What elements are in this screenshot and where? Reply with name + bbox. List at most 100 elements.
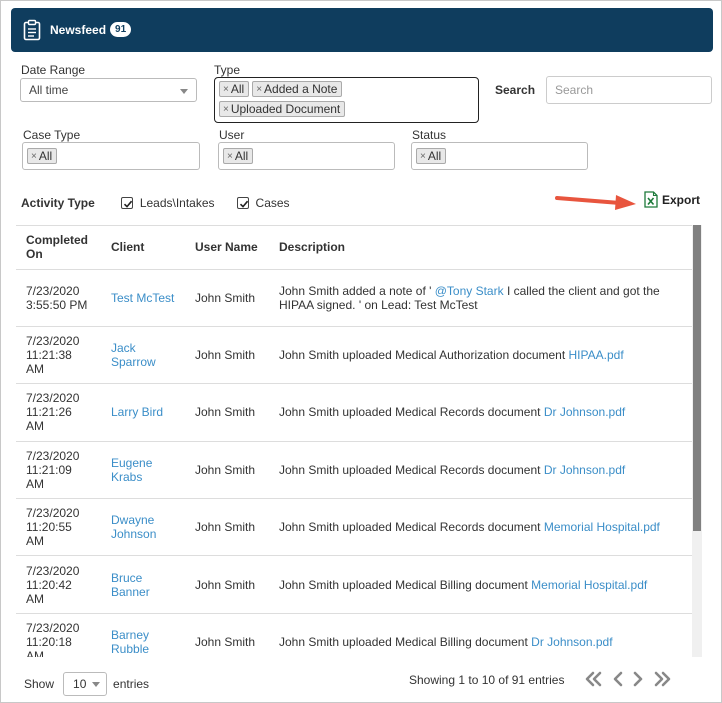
user-name-cell: John Smith: [185, 383, 269, 442]
page-size-select[interactable]: 10: [63, 672, 108, 696]
remove-tag-icon[interactable]: ×: [227, 151, 233, 162]
completed-date: 7/23/2020: [26, 563, 80, 578]
type-tag-uploaded-document[interactable]: × Uploaded Document: [219, 101, 346, 117]
description-link[interactable]: Memorial Hospital.pdf: [544, 520, 660, 534]
date-range-label: Date Range: [21, 63, 86, 77]
type-multiselect[interactable]: × All × Added a Note × Uploaded Document: [214, 77, 479, 123]
completed-date: 7/23/2020: [26, 506, 80, 521]
completed-date: 7/23/2020: [26, 621, 80, 636]
user-name-cell: John Smith: [185, 441, 269, 500]
case-type-label: Case Type: [23, 128, 81, 142]
description-cell: John Smith uploaded Medical Records docu…: [269, 383, 692, 442]
column-header-client[interactable]: Client: [101, 226, 185, 270]
page-size-control: Show 10 entries: [24, 672, 149, 696]
first-page-icon[interactable]: [583, 671, 605, 690]
checkbox-checked-icon[interactable]: [120, 197, 133, 209]
export-button[interactable]: Export: [644, 191, 700, 208]
client-link[interactable]: Barney Rubble: [101, 613, 185, 657]
clipboard-icon: [23, 19, 41, 41]
red-arrow-icon: [555, 195, 636, 210]
table-row: 7/23/2020 11:21:09 AM Eugene Krabs John Smi…: [16, 441, 692, 500]
user-label: User: [219, 128, 245, 142]
search-input[interactable]: [546, 76, 712, 104]
completed-time: 11:20:42 AM: [26, 577, 72, 606]
type-tag-all[interactable]: × All: [219, 81, 250, 97]
remove-tag-icon[interactable]: ×: [223, 84, 229, 95]
show-label: Show: [24, 677, 55, 691]
table-row: 7/23/2020 11:20:55 AM Dwayne Johnson John S…: [16, 498, 692, 557]
type-tag-added-note[interactable]: × Added a Note: [252, 81, 343, 97]
activity-type-group: Activity Type Leads\Intakes Cases: [21, 196, 312, 210]
client-link[interactable]: Test McTest: [101, 269, 185, 327]
status-label: Status: [412, 128, 447, 142]
date-range-select[interactable]: All time: [20, 78, 197, 102]
column-header-user-name[interactable]: User Name: [185, 226, 269, 270]
completed-on-cell: 7/23/2020 11:21:09 AM: [16, 441, 101, 500]
export-label: Export: [662, 192, 701, 207]
table-row: 7/23/2020 11:21:26 AM Larry Bird John Smith…: [16, 383, 692, 442]
table-row: 7/23/2020 3:55:50 PM Test McTest John Smith…: [16, 269, 692, 327]
table-row: 7/23/2020 11:20:18 AM Barney Rubble John Sm…: [16, 613, 692, 657]
status-multiselect[interactable]: × All: [411, 142, 588, 170]
remove-tag-icon[interactable]: ×: [31, 151, 37, 162]
description-cell: John Smith uploaded Medical Billing docu…: [269, 613, 692, 657]
remove-tag-icon[interactable]: ×: [420, 151, 426, 162]
remove-tag-icon[interactable]: ×: [223, 104, 229, 115]
completed-time: 11:21:26 AM: [26, 405, 72, 434]
description-cell: John Smith uploaded Medical Billing docu…: [269, 555, 692, 614]
completed-on-cell: 7/23/2020 11:20:18 AM: [16, 613, 101, 657]
client-link[interactable]: Eugene Krabs: [101, 441, 185, 500]
excel-icon: [644, 191, 658, 208]
next-page-icon[interactable]: [631, 671, 645, 690]
user-tag-all[interactable]: × All: [223, 148, 254, 164]
case-type-tag-all[interactable]: × All: [27, 148, 58, 164]
type-label: Type: [214, 63, 241, 77]
newsfeed-header: Newsfeed 91: [11, 8, 713, 52]
description-cell: John Smith uploaded Medical Records docu…: [269, 441, 692, 500]
user-name-cell: John Smith: [185, 326, 269, 385]
status-tag-all[interactable]: × All: [416, 148, 447, 164]
description-link[interactable]: Memorial Hospital.pdf: [531, 578, 647, 592]
column-header-description[interactable]: Description: [269, 226, 692, 270]
client-link[interactable]: Larry Bird: [101, 383, 185, 442]
completed-on-cell: 7/23/2020 11:20:42 AM: [16, 555, 101, 614]
newsfeed-table-container: Completed On Client User Name Descriptio…: [16, 225, 702, 657]
table-header-row: Completed On Client User Name Descriptio…: [16, 226, 692, 270]
description-cell: John Smith uploaded Medical Records docu…: [269, 498, 692, 557]
user-multiselect[interactable]: × All: [218, 142, 395, 170]
chevron-down-icon: [92, 682, 101, 687]
completed-date: 7/23/2020: [26, 334, 80, 349]
description-link[interactable]: Dr Johnson.pdf: [544, 405, 625, 419]
scrollbar-thumb[interactable]: [693, 225, 701, 531]
count-badge: 91: [110, 21, 132, 37]
column-header-completed-on[interactable]: Completed On: [16, 226, 101, 270]
completed-time: 3:55:50 PM: [26, 297, 88, 312]
search-label: Search: [495, 83, 536, 97]
completed-on-cell: 7/23/2020 11:20:55 AM: [16, 498, 101, 557]
client-link[interactable]: Bruce Banner: [101, 555, 185, 614]
description-link[interactable]: Dr Johnson.pdf: [531, 635, 612, 649]
description-link[interactable]: HIPAA.pdf: [569, 348, 624, 362]
description-cell: John Smith uploaded Medical Authorizatio…: [269, 326, 692, 385]
client-link[interactable]: Jack Sparrow: [101, 326, 185, 385]
activity-type-label: Activity Type: [21, 196, 95, 210]
remove-tag-icon[interactable]: ×: [256, 84, 262, 95]
completed-time: 11:20:18 AM: [26, 635, 72, 657]
user-name-cell: John Smith: [185, 498, 269, 557]
table-row: 7/23/2020 11:21:38 AM Jack Sparrow John Smi…: [16, 326, 692, 385]
last-page-icon[interactable]: [651, 671, 673, 690]
case-type-multiselect[interactable]: × All: [22, 142, 200, 170]
previous-page-icon[interactable]: [611, 671, 625, 690]
leads-intakes-checkbox[interactable]: Leads\Intakes: [120, 196, 215, 210]
user-name-cell: John Smith: [185, 613, 269, 657]
description-link[interactable]: Dr Johnson.pdf: [544, 463, 625, 477]
checkbox-checked-icon[interactable]: [236, 197, 249, 209]
table-body: 7/23/2020 3:55:50 PM Test McTest John Smith…: [16, 269, 692, 657]
chevron-down-icon: [180, 89, 188, 94]
client-link[interactable]: Dwayne Johnson: [101, 498, 185, 557]
newsfeed-panel: Newsfeed 91 Date Range All time Type × Al…: [0, 0, 722, 703]
description-link[interactable]: @Tony Stark: [435, 284, 504, 298]
pagination: [583, 671, 679, 690]
table-scrollbar[interactable]: [692, 225, 702, 657]
cases-checkbox[interactable]: Cases: [236, 196, 290, 210]
